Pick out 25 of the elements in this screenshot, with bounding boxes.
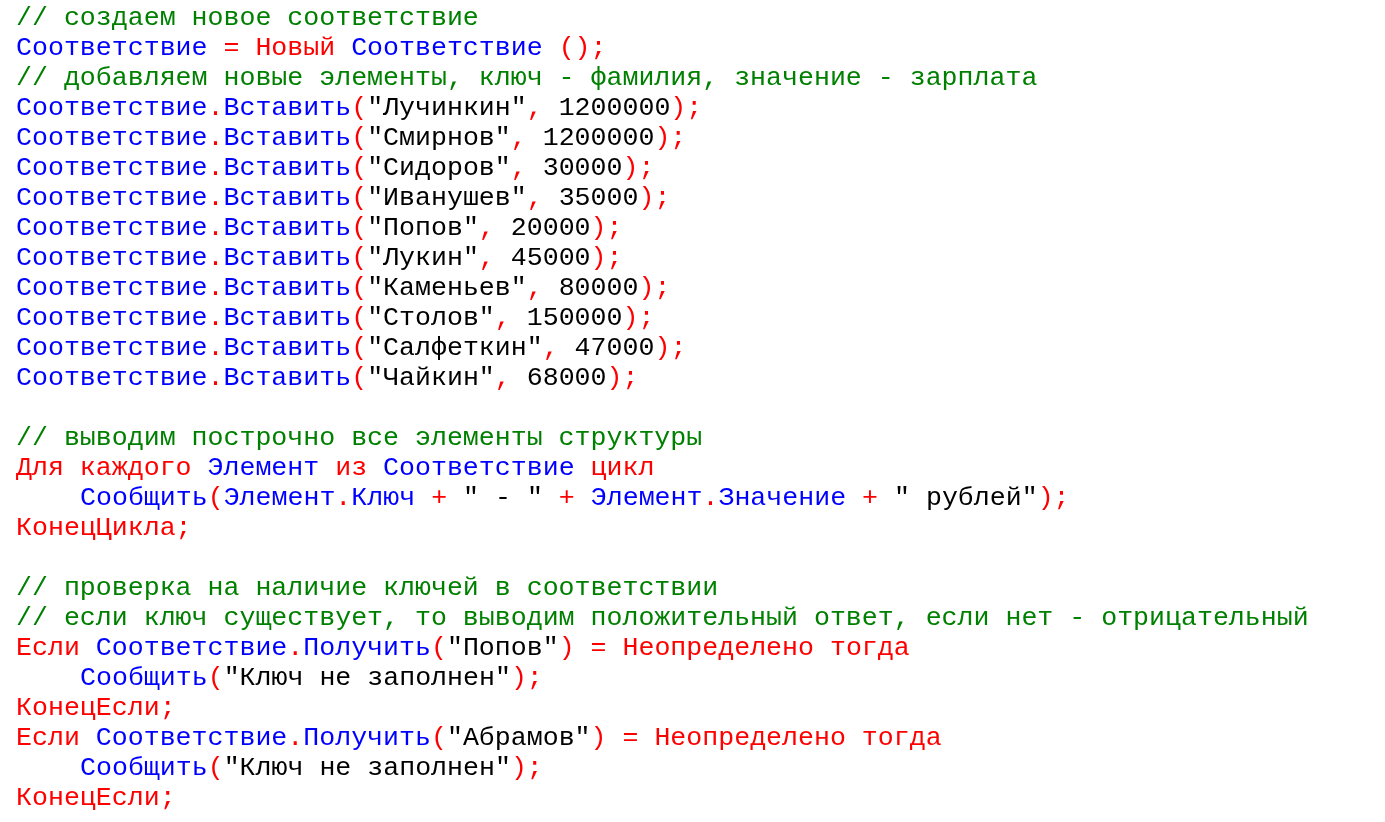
code-line: Сообщить(Элемент.Ключ + " - " + Элемент.Значение + " рублей"); <box>79 483 1070 513</box>
code-line: // проверка на наличие ключей в соответствии <box>16 573 719 603</box>
code-line: Соответствие.Вставить("Лучинкин", 1200000); <box>16 93 703 123</box>
code-line: Соответствие.Вставить("Салфеткин", 47000); <box>16 333 687 363</box>
code-line: Соответствие.Вставить("Смирнов", 1200000); <box>16 123 687 153</box>
code-line: Соответствие = Новый Соответствие (); <box>16 33 607 63</box>
code-line: Соответствие.Вставить("Столов", 150000); <box>16 303 655 333</box>
code-line: Соответствие.Вставить("Сидоров", 30000); <box>16 153 655 183</box>
code-line: // выводим построчно все элементы структуры <box>16 423 703 453</box>
code-line: // добавляем новые элементы, ключ - фамилия, значение - зарплата <box>16 63 1038 93</box>
code-line: Сообщить("Ключ не заполнен"); <box>79 663 543 693</box>
code-line: // создаем новое соответствие <box>16 3 479 33</box>
code-line: Сообщить("Ключ не заполнен"); <box>79 753 543 783</box>
code-line: Если Соответствие.Получить("Абрамов") = Неопределено тогда <box>16 723 942 753</box>
code-line: Соответствие.Вставить("Лукин", 45000); <box>16 243 623 273</box>
code-line: КонецЦикла; <box>16 513 192 543</box>
code-line: Если Соответствие.Получить("Попов") = Неопределено тогда <box>16 633 910 663</box>
code-line: // если ключ существует, то выводим положительный ответ, если нет - отрицательный <box>16 603 1309 633</box>
code-line: Соответствие.Вставить("Попов", 20000); <box>16 213 623 243</box>
code-line: Соответствие.Вставить("Иванушев", 35000); <box>16 183 671 213</box>
code-line: КонецЕсли; <box>16 693 176 723</box>
code-line: Соответствие.Вставить("Каменьев", 80000); <box>16 273 671 303</box>
code-line: Для каждого Элемент из Соответствие цикл <box>16 453 655 483</box>
code-line: КонецЕсли; <box>16 783 176 813</box>
code-line: Соответствие.Вставить("Чайкин", 68000); <box>16 363 639 393</box>
